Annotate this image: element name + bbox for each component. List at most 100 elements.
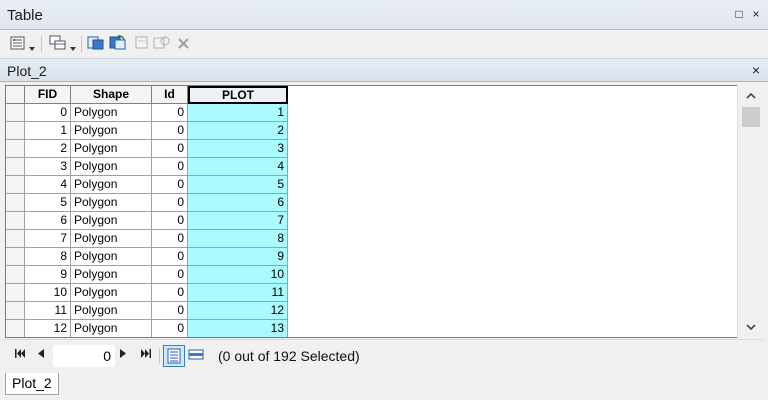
dropdown-arrow-icon[interactable] [29,40,35,58]
cell-shape[interactable]: Polygon [71,320,152,337]
cell-id[interactable]: 0 [152,248,188,266]
cell-id[interactable]: 0 [152,212,188,230]
cell-fid[interactable]: 4 [25,176,71,194]
table-row[interactable]: 12 Polygon 0 13 [6,320,288,337]
close-table-tab-button[interactable]: × [752,62,760,78]
cell-shape[interactable]: Polygon [71,230,152,248]
cell-id[interactable]: 0 [152,176,188,194]
first-record-icon[interactable] [15,349,25,361]
cell-fid[interactable]: 3 [25,158,71,176]
cell-plot[interactable]: 6 [188,194,288,212]
cell-id[interactable]: 0 [152,284,188,302]
next-record-icon[interactable] [120,349,126,361]
last-record-icon[interactable] [141,349,151,361]
row-selector[interactable] [6,140,25,158]
row-selector[interactable] [6,104,25,122]
cell-shape[interactable]: Polygon [71,122,152,140]
close-window-button[interactable]: × [750,8,762,20]
table-row[interactable]: 9 Polygon 0 10 [6,266,288,284]
cell-fid[interactable]: 2 [25,140,71,158]
cell-shape[interactable]: Polygon [71,176,152,194]
table-tab-plot-2[interactable]: Plot_2 [5,373,59,395]
table-row[interactable]: 4 Polygon 0 5 [6,176,288,194]
cell-plot[interactable]: 1 [188,104,288,122]
cell-shape[interactable]: Polygon [71,140,152,158]
row-selector[interactable] [6,194,25,212]
table-row[interactable]: 5 Polygon 0 6 [6,194,288,212]
row-selector[interactable] [6,266,25,284]
cell-id[interactable]: 0 [152,320,188,337]
table-row[interactable]: 11 Polygon 0 12 [6,302,288,320]
cell-shape[interactable]: Polygon [71,212,152,230]
cell-shape[interactable]: Polygon [71,266,152,284]
row-selector[interactable] [6,176,25,194]
cell-plot[interactable]: 8 [188,230,288,248]
table-row[interactable]: 3 Polygon 0 4 [6,158,288,176]
cell-id[interactable]: 0 [152,140,188,158]
table-row[interactable]: 0 Polygon 0 1 [6,104,288,122]
cell-plot[interactable]: 7 [188,212,288,230]
cell-fid[interactable]: 10 [25,284,71,302]
column-header-shape[interactable]: Shape [71,86,152,104]
cell-fid[interactable]: 1 [25,122,71,140]
cell-fid[interactable]: 0 [25,104,71,122]
cell-fid[interactable]: 11 [25,302,71,320]
cell-fid[interactable]: 5 [25,194,71,212]
vertical-scrollbar[interactable] [737,85,763,338]
select-by-attributes-icon[interactable] [87,35,105,53]
cell-shape[interactable]: Polygon [71,302,152,320]
cell-id[interactable]: 0 [152,302,188,320]
table-row[interactable]: 2 Polygon 0 3 [6,140,288,158]
column-header-plot[interactable]: PLOT [188,86,288,104]
cell-plot[interactable]: 10 [188,266,288,284]
related-tables-icon[interactable] [49,35,67,53]
cell-fid[interactable]: 12 [25,320,71,337]
cell-plot[interactable]: 11 [188,284,288,302]
switch-selection-icon[interactable] [109,35,127,53]
cell-id[interactable]: 0 [152,122,188,140]
cell-plot[interactable]: 12 [188,302,288,320]
table-row[interactable]: 10 Polygon 0 11 [6,284,288,302]
cell-id[interactable]: 0 [152,230,188,248]
cell-id[interactable]: 0 [152,158,188,176]
cell-fid[interactable]: 8 [25,248,71,266]
previous-record-icon[interactable] [38,349,44,361]
table-row[interactable]: 6 Polygon 0 7 [6,212,288,230]
scroll-down-arrow-icon[interactable] [738,318,764,336]
column-header-id[interactable]: Id [152,86,188,104]
cell-plot[interactable]: 3 [188,140,288,158]
cell-fid[interactable]: 6 [25,212,71,230]
row-selector[interactable] [6,284,25,302]
row-selector[interactable] [6,320,25,337]
cell-plot[interactable]: 5 [188,176,288,194]
cell-plot[interactable]: 9 [188,248,288,266]
cell-id[interactable]: 0 [152,266,188,284]
table-options-icon[interactable] [10,35,26,53]
table-row[interactable]: 1 Polygon 0 2 [6,122,288,140]
cell-plot[interactable]: 4 [188,158,288,176]
scrollbar-thumb[interactable] [742,107,760,127]
current-record-input[interactable] [53,345,115,367]
select-all-corner[interactable] [6,86,25,104]
row-selector[interactable] [6,122,25,140]
cell-shape[interactable]: Polygon [71,104,152,122]
column-header-fid[interactable]: FID [25,86,71,104]
cell-id[interactable]: 0 [152,104,188,122]
cell-fid[interactable]: 9 [25,266,71,284]
table-row[interactable]: 7 Polygon 0 8 [6,230,288,248]
cell-shape[interactable]: Polygon [71,194,152,212]
dropdown-arrow-icon[interactable] [70,40,76,58]
cell-shape[interactable]: Polygon [71,248,152,266]
table-row[interactable]: 8 Polygon 0 9 [6,248,288,266]
row-selector[interactable] [6,248,25,266]
restore-button[interactable]: □ [733,8,745,20]
row-selector[interactable] [6,230,25,248]
cell-id[interactable]: 0 [152,194,188,212]
row-selector[interactable] [6,212,25,230]
scroll-up-arrow-icon[interactable] [738,87,764,105]
row-selector[interactable] [6,302,25,320]
show-all-records-button[interactable] [163,345,185,367]
cell-plot[interactable]: 2 [188,122,288,140]
cell-shape[interactable]: Polygon [71,158,152,176]
show-selected-records-button[interactable] [186,345,208,367]
